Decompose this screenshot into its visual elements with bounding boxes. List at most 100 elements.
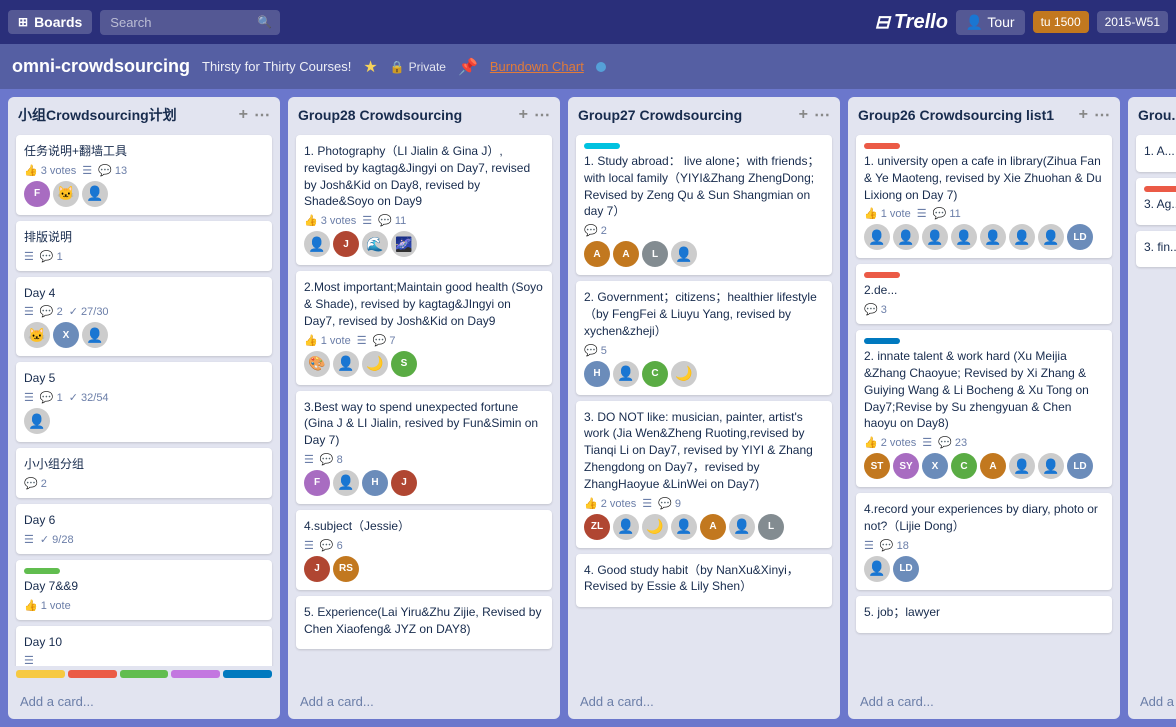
avatar: 👤 — [864, 224, 890, 250]
card[interactable]: 任务说明+翻墙工具👍 3 votes☰💬 13F🐱👤 — [16, 135, 272, 215]
list-header-actions[interactable]: +⋯ — [799, 105, 830, 125]
add-icon[interactable]: + — [799, 106, 808, 124]
list-footer: Add a card... — [568, 684, 840, 719]
private-button[interactable]: 🔒 Private — [390, 60, 446, 74]
card[interactable]: Day 5 ☰💬 1✓ 32/54 👤 — [16, 362, 272, 442]
vote-badge: 👍 3 votes — [304, 214, 356, 227]
comment-badge: 💬 13 — [98, 164, 127, 177]
card-text: 4. Good study habit（by NanXu&Xinyi，Revis… — [584, 562, 824, 596]
avatar: H — [362, 470, 388, 496]
list-header: Group26 Crowdsourcing list1+⋯ — [848, 97, 1120, 131]
avatar: LD — [893, 556, 919, 582]
desc-badge: ☰ — [24, 533, 34, 546]
avatar: 👤 — [333, 470, 359, 496]
add-card-button[interactable]: Add a card... — [1136, 690, 1176, 713]
card-badges: ☰💬 1 — [24, 250, 264, 263]
add-card-button[interactable]: Add a card... — [576, 690, 832, 713]
status-dot — [596, 62, 606, 72]
trello-wordmark: Trello — [894, 11, 948, 34]
card-color-bar — [1144, 186, 1176, 192]
card[interactable]: 3. DO NOT like: musician, painter, artis… — [576, 401, 832, 548]
list-cards: 1. university open a cafe in library(Zih… — [848, 131, 1120, 684]
card[interactable]: 2. innate talent & work hard (Xu Meijia … — [856, 330, 1112, 487]
add-card-button[interactable]: Add a card... — [16, 690, 272, 713]
card-text: 4.record your experiences by diary, phot… — [864, 501, 1104, 535]
date-label: 2015-W51 — [1105, 15, 1160, 29]
card-avatars: 👤 — [24, 408, 264, 434]
avatar: 👤 — [864, 556, 890, 582]
card[interactable]: 1. Photography（LI Jialin & Gina J）, revi… — [296, 135, 552, 265]
comment-badge: 💬 6 — [320, 539, 343, 552]
card[interactable]: 5. Experience(Lai Yiru&Zhu Zijie, Revise… — [296, 596, 552, 650]
avatar: 🐱 — [24, 322, 50, 348]
avatar: X — [922, 453, 948, 479]
menu-icon[interactable]: ⋯ — [534, 105, 550, 125]
avatar: A — [700, 514, 726, 540]
card[interactable]: 2.de...💬 3 — [856, 264, 1112, 324]
list-footer: Add a card... — [288, 684, 560, 719]
card[interactable]: 3.Best way to spend unexpected fortune (… — [296, 391, 552, 504]
list-footer: Add a card... — [848, 684, 1120, 719]
avatar: 👤 — [893, 224, 919, 250]
card[interactable]: Day 4☰💬 2✓ 27/30🐱X👤 — [16, 277, 272, 357]
card[interactable]: 4.record your experiences by diary, phot… — [856, 493, 1112, 590]
add-icon[interactable]: + — [519, 106, 528, 124]
add-icon[interactable]: + — [1079, 106, 1088, 124]
card[interactable]: 1. A... good... — [1136, 135, 1176, 172]
comment-badge: 💬 2 — [24, 477, 47, 490]
card[interactable]: 排版说明☰💬 1 — [16, 221, 272, 271]
add-icon[interactable]: + — [239, 106, 248, 124]
avatar: J — [333, 231, 359, 257]
card[interactable]: 4. Good study habit（by NanXu&Xinyi，Revis… — [576, 554, 832, 608]
trello-icon: ⊟ — [875, 12, 890, 33]
checklist-badge: ✓ 32/54 — [69, 391, 109, 404]
card[interactable]: 3. Ag... inves... — [1136, 178, 1176, 225]
search-input[interactable] — [100, 10, 280, 35]
card[interactable]: 4.subject（Jessie）☰💬 6JRS — [296, 510, 552, 590]
card[interactable]: 5. job；lawyer — [856, 596, 1112, 633]
avatar: 🎨 — [304, 351, 330, 377]
card-text: 2.de... — [864, 282, 1104, 299]
star-button[interactable]: ★ — [363, 57, 377, 77]
boards-button[interactable]: ⊞ Boards — [8, 10, 92, 34]
add-card-button[interactable]: Add a card... — [296, 690, 552, 713]
card-text: Day 10 — [24, 634, 264, 651]
card[interactable]: 2. Government；citizens；healthier lifesty… — [576, 281, 832, 394]
card-text: 2. Government；citizens；healthier lifesty… — [584, 289, 824, 339]
add-card-button[interactable]: Add a card... — [856, 690, 1112, 713]
tour-button[interactable]: 👤 Tour — [956, 10, 1025, 35]
avatar: 👤 — [304, 231, 330, 257]
card-color-bar — [864, 272, 900, 278]
avatar: A — [613, 241, 639, 267]
card[interactable]: 1. Study abroad： live alone；with friends… — [576, 135, 832, 275]
avatar: 👤 — [671, 241, 697, 267]
desc-badge: ☰ — [24, 250, 34, 263]
card[interactable]: 2.Most important;Maintain good health (S… — [296, 271, 552, 384]
avatar: A — [980, 453, 1006, 479]
card[interactable]: 1. university open a cafe in library(Zih… — [856, 135, 1112, 258]
card-text: 5. job；lawyer — [864, 604, 1104, 621]
card[interactable]: Day 6☰✓ 9/28 — [16, 504, 272, 554]
card-text: 3.Best way to spend unexpected fortune (… — [304, 399, 544, 449]
menu-icon[interactable]: ⋯ — [254, 105, 270, 125]
card[interactable]: 小小组分组💬 2 — [16, 448, 272, 498]
card[interactable]: Day 7&&9👍 1 vote — [16, 560, 272, 620]
tour-label: Tour — [987, 14, 1014, 30]
card-badges: ☰💬 1✓ 32/54 — [24, 391, 264, 404]
list-header-actions[interactable]: +⋯ — [239, 105, 270, 125]
card-text: Day 5 — [24, 370, 264, 387]
menu-icon[interactable]: ⋯ — [1094, 105, 1110, 125]
list-header-actions[interactable]: +⋯ — [1079, 105, 1110, 125]
list-list4: Group26 Crowdsourcing list1+⋯1. universi… — [848, 97, 1120, 719]
desc-badge: ☰ — [362, 214, 372, 227]
card-avatars: JRS — [304, 556, 544, 582]
list-footer: Add a card... — [8, 684, 280, 719]
menu-icon[interactable]: ⋯ — [814, 105, 830, 125]
burndown-button[interactable]: Burndown Chart — [490, 59, 584, 74]
checklist-badge: ✓ 27/30 — [69, 305, 109, 318]
list-header-actions[interactable]: +⋯ — [519, 105, 550, 125]
card[interactable]: 3. fin... zhen... Shen... Revi... Fan... — [1136, 231, 1176, 268]
avatar: L — [758, 514, 784, 540]
card-text: 3. fin... zhen... Shen... Revi... Fan... — [1144, 239, 1176, 256]
card[interactable]: Day 10☰ — [16, 626, 272, 666]
